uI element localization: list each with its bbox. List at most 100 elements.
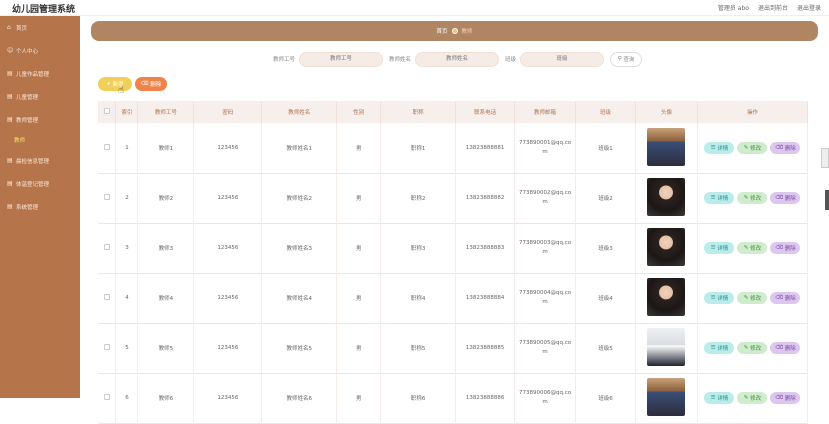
row-checkbox[interactable] bbox=[103, 344, 110, 350]
col-index: 索引 bbox=[115, 101, 139, 123]
edit-button[interactable]: ✎ 修改 bbox=[737, 192, 768, 204]
col-email[interactable]: 教师邮箱 bbox=[514, 101, 577, 123]
col-actions: 操作 bbox=[697, 101, 809, 123]
cell-phone: 13823888885 bbox=[455, 323, 516, 373]
edit-button[interactable]: ✎ 修改 bbox=[737, 342, 768, 354]
cell-phone: 13823888883 bbox=[455, 223, 516, 273]
list-icon: ☰ bbox=[710, 345, 716, 351]
cell-avatar bbox=[635, 223, 698, 273]
back-to-front-link[interactable]: 退出到前台 bbox=[758, 3, 788, 12]
cell-title: 职称1 bbox=[380, 123, 457, 173]
pencil-icon: ✎ bbox=[743, 345, 749, 351]
col-phone[interactable]: 联系电话 bbox=[455, 101, 516, 123]
cell-password: 123456 bbox=[193, 273, 263, 323]
pencil-icon: ✎ bbox=[743, 195, 749, 201]
teacher-name-input[interactable] bbox=[415, 51, 499, 67]
row-select-cell[interactable] bbox=[98, 123, 117, 173]
col-class[interactable]: 班级 bbox=[575, 101, 636, 123]
teacher-table: 索引 教师工号 密码 教师姓名 性别 职称 联系电话 教师邮箱 班级 头像 操作… bbox=[98, 101, 809, 424]
detail-button[interactable]: ☰ 详情 bbox=[704, 141, 735, 154]
cell-actions: ☰ 详情 ✎ 修改 ⌫ 删除 bbox=[697, 123, 809, 173]
sidebar-item-temperature[interactable]: ▤ 体温登记管理 bbox=[0, 172, 80, 195]
edit-button[interactable]: ✎ 修改 bbox=[737, 292, 768, 304]
cell-avatar bbox=[635, 123, 698, 173]
sidebar-item-morning-check[interactable]: ▤ 晨检信息管理 bbox=[0, 149, 80, 172]
cell-actions: ☰ 详情 ✎ 修改 ⌫ 删除 bbox=[697, 223, 809, 273]
detail-button[interactable]: ☰ 详情 bbox=[704, 392, 735, 404]
col-gender[interactable]: 性别 bbox=[336, 101, 382, 123]
row-checkbox[interactable] bbox=[103, 244, 110, 250]
cell-teacher-name: 教师姓名2 bbox=[261, 173, 338, 223]
hand-cursor-icon: ☝ bbox=[118, 85, 125, 96]
table-row: 4 教师4 123456 教师姓名4 男职称4 13823888884 773890004@… bbox=[98, 273, 809, 323]
logout-link[interactable]: 退出登录 bbox=[797, 3, 821, 12]
cell-gender: 男 bbox=[336, 223, 382, 273]
sidebar: ⌂ 首页 ☺ 个人中心 ▤ 儿童作品管理 ▤ 儿童管理 ▤ 教师管理 教师 ▤ 晨检信息管理… bbox=[0, 16, 80, 398]
edit-button[interactable]: ✎ 修改 bbox=[737, 141, 768, 154]
sidebar-item-system[interactable]: ▤ 系统管理 bbox=[0, 195, 80, 218]
col-teacher-no[interactable]: 教师工号 bbox=[137, 101, 195, 123]
table-row: 1 教师1 123456 教师姓名1 男职称1 13823888881 773890001@… bbox=[98, 123, 809, 173]
cell-password: 123456 bbox=[193, 223, 263, 273]
breadcrumb-current: 教师 bbox=[461, 29, 473, 35]
query-button[interactable]: ⚲ 查询 bbox=[610, 51, 643, 67]
current-user: 管理员 abo bbox=[717, 5, 749, 12]
row-select-cell[interactable] bbox=[98, 323, 117, 373]
row-checkbox[interactable] bbox=[103, 394, 110, 400]
delete-button[interactable]: ⌫ 删除 bbox=[770, 192, 801, 204]
class-input[interactable] bbox=[520, 51, 605, 67]
col-title[interactable]: 职称 bbox=[380, 101, 457, 123]
detail-button[interactable]: ☰ 详情 bbox=[704, 342, 735, 354]
child-icon: ▤ bbox=[7, 93, 13, 100]
cell-avatar bbox=[635, 323, 698, 373]
edit-button[interactable]: ✎ 修改 bbox=[737, 242, 768, 254]
row-checkbox[interactable] bbox=[103, 294, 110, 300]
detail-button[interactable]: ☰ 详情 bbox=[704, 192, 735, 204]
select-all-checkbox[interactable] bbox=[103, 108, 110, 114]
sidebar-subitem-teacher[interactable]: 教师 bbox=[0, 131, 80, 149]
col-password[interactable]: 密码 bbox=[193, 101, 263, 123]
scrollbar-handle[interactable] bbox=[825, 190, 829, 210]
sidebar-item-works[interactable]: ▤ 儿童作品管理 bbox=[0, 62, 80, 85]
sidebar-item-children[interactable]: ▤ 儿童管理 bbox=[0, 85, 80, 108]
trash-icon: ⌫ bbox=[775, 245, 783, 251]
sidebar-item-home[interactable]: ⌂ 首页 bbox=[0, 16, 80, 39]
sidebar-item-profile[interactable]: ☺ 个人中心 bbox=[0, 39, 80, 62]
detail-button[interactable]: ☰ 详情 bbox=[704, 292, 735, 304]
delete-button[interactable]: ⌫ 删除 bbox=[770, 392, 801, 404]
delete-button[interactable]: ⌫ 删除 bbox=[770, 242, 801, 254]
add-button[interactable]: + 新增 bbox=[98, 77, 132, 91]
col-avatar[interactable]: 头像 bbox=[635, 101, 698, 123]
select-all-cell[interactable] bbox=[98, 101, 117, 123]
row-select-cell[interactable] bbox=[98, 373, 117, 423]
trash-icon: ⌫ bbox=[775, 295, 783, 301]
list-icon: ☰ bbox=[710, 144, 716, 151]
delete-button[interactable]: ⌫ 删除 bbox=[770, 292, 801, 304]
row-checkbox[interactable] bbox=[103, 194, 110, 200]
cell-teacher-no: 教师5 bbox=[137, 323, 195, 373]
row-select-cell[interactable] bbox=[98, 223, 117, 273]
cell-index: 6 bbox=[115, 373, 139, 423]
col-teacher-name[interactable]: 教师姓名 bbox=[261, 101, 338, 123]
cell-email: 773890002@qq.co m bbox=[514, 173, 577, 223]
cell-title: 职称4 bbox=[380, 273, 457, 323]
edit-button[interactable]: ✎ 修改 bbox=[737, 392, 768, 404]
breadcrumb-home[interactable]: 首页 bbox=[436, 27, 447, 35]
cell-email: 773890004@qq.co m bbox=[514, 273, 577, 323]
row-checkbox[interactable] bbox=[103, 143, 110, 150]
cell-teacher-no: 教师6 bbox=[137, 373, 195, 423]
delete-button[interactable]: ⌫ 删除 bbox=[770, 141, 801, 154]
batch-delete-button[interactable]: ⌫ 删除 bbox=[135, 77, 167, 91]
cell-phone: 13823888886 bbox=[455, 373, 516, 423]
delete-button[interactable]: ⌫ 删除 bbox=[770, 342, 801, 354]
cell-phone: 13823888884 bbox=[455, 273, 516, 323]
detail-button[interactable]: ☰ 详情 bbox=[704, 242, 735, 254]
row-select-cell[interactable] bbox=[98, 173, 117, 223]
avatar bbox=[647, 378, 686, 416]
teacher-no-input[interactable] bbox=[298, 51, 383, 67]
cell-class: 班级4 bbox=[575, 273, 636, 323]
row-select-cell[interactable] bbox=[98, 273, 117, 323]
cell-gender: 男 bbox=[336, 323, 382, 373]
sidebar-item-teachers[interactable]: ▤ 教师管理 bbox=[0, 108, 80, 131]
side-panel-tab[interactable] bbox=[821, 148, 829, 168]
